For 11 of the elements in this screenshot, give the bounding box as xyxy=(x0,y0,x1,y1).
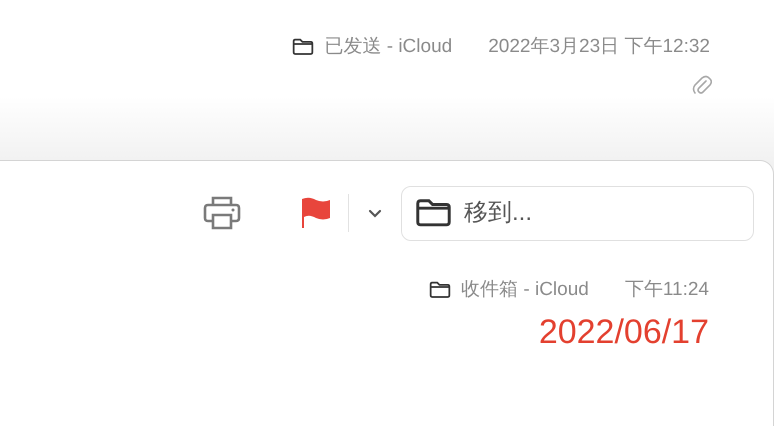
folder-icon xyxy=(415,198,452,228)
date-note: 2022/06/17 xyxy=(538,314,709,348)
mailbox-label: 已发送 - iCloud xyxy=(324,35,452,59)
move-button[interactable]: 移到... xyxy=(401,186,754,240)
mailbox-label: 收件箱 - iCloud xyxy=(461,278,589,302)
folder-icon xyxy=(429,281,452,300)
message-time: 下午11:24 xyxy=(624,278,709,302)
chevron-down-icon xyxy=(368,208,382,218)
folder-icon xyxy=(292,38,314,56)
message-date: 2022年3月23日 下午12:32 xyxy=(488,35,710,59)
printer-icon xyxy=(203,195,241,231)
